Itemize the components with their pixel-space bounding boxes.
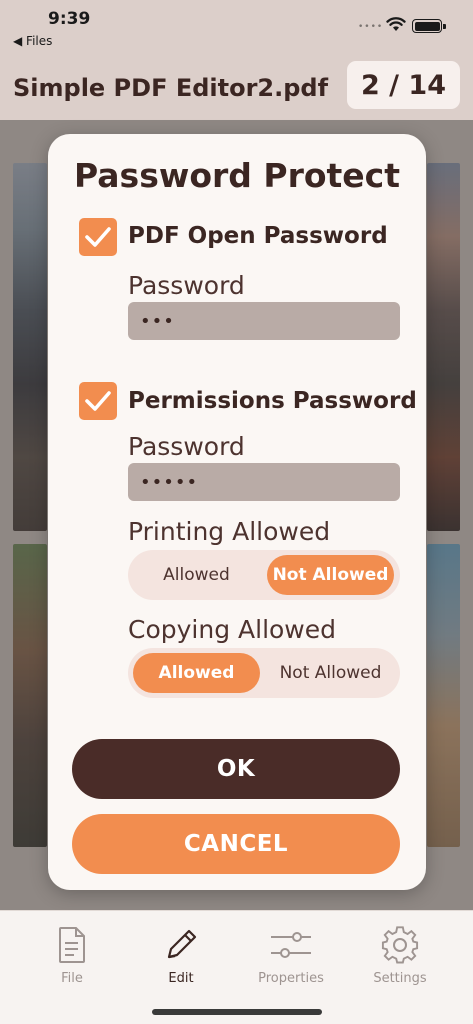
password-protect-dialog: Password Protect PDF Open Password Passw… bbox=[48, 134, 426, 890]
printing-allowed-option[interactable]: Allowed bbox=[133, 555, 260, 595]
dialog-title: Password Protect bbox=[73, 156, 401, 195]
tab-file-label: File bbox=[61, 971, 83, 986]
sliders-icon bbox=[271, 932, 311, 958]
tab-properties[interactable]: Properties bbox=[246, 925, 336, 986]
gear-icon bbox=[381, 926, 419, 964]
permissions-password-field-label: Password bbox=[128, 432, 245, 461]
wifi-icon bbox=[386, 17, 406, 31]
open-password-field-label: Password bbox=[128, 271, 245, 300]
back-to-files-link[interactable]: ◀ Files bbox=[13, 34, 52, 48]
tab-file[interactable]: File bbox=[27, 925, 117, 986]
permissions-password-checkbox[interactable] bbox=[79, 382, 117, 420]
status-time: 9:39 bbox=[48, 9, 91, 29]
home-indicator[interactable] bbox=[152, 1009, 322, 1015]
copying-allowed-option[interactable]: Allowed bbox=[133, 653, 260, 693]
permissions-password-label: Permissions Password bbox=[128, 388, 417, 414]
printing-allowed-label: Printing Allowed bbox=[128, 517, 331, 546]
open-password-label: PDF Open Password bbox=[128, 223, 388, 249]
tab-edit[interactable]: Edit bbox=[136, 925, 226, 986]
pencil-icon bbox=[167, 929, 197, 959]
printing-not-allowed-option[interactable]: Not Allowed bbox=[267, 555, 394, 595]
copying-allowed-label: Copying Allowed bbox=[128, 615, 337, 644]
tab-edit-label: Edit bbox=[168, 971, 194, 986]
page-counter[interactable]: 2 / 14 bbox=[347, 61, 460, 109]
checkmark-icon bbox=[85, 227, 111, 247]
battery-icon bbox=[412, 19, 446, 33]
document-title: Simple PDF Editor2.pdf bbox=[13, 74, 329, 102]
printing-segmented-control: Allowed Not Allowed bbox=[128, 550, 400, 600]
permissions-password-input[interactable] bbox=[128, 463, 400, 501]
cellular-signal-icon: •••• bbox=[358, 22, 384, 32]
navigation-bar: Simple PDF Editor2.pdf 2 / 14 bbox=[0, 58, 473, 120]
tab-properties-label: Properties bbox=[258, 971, 324, 986]
open-password-input[interactable] bbox=[128, 302, 400, 340]
copying-not-allowed-option[interactable]: Not Allowed bbox=[267, 653, 394, 693]
tab-bar: File Edit Properties Settings bbox=[0, 910, 473, 1024]
checkmark-icon bbox=[85, 391, 111, 411]
file-icon bbox=[59, 927, 85, 963]
cancel-button[interactable]: CANCEL bbox=[72, 814, 400, 874]
status-bar: 9:39 ◀ Files •••• bbox=[0, 0, 473, 58]
tab-settings-label: Settings bbox=[373, 971, 427, 986]
tab-settings[interactable]: Settings bbox=[355, 925, 445, 986]
open-password-checkbox[interactable] bbox=[79, 218, 117, 256]
ok-button[interactable]: OK bbox=[72, 739, 400, 799]
copying-segmented-control: Allowed Not Allowed bbox=[128, 648, 400, 698]
